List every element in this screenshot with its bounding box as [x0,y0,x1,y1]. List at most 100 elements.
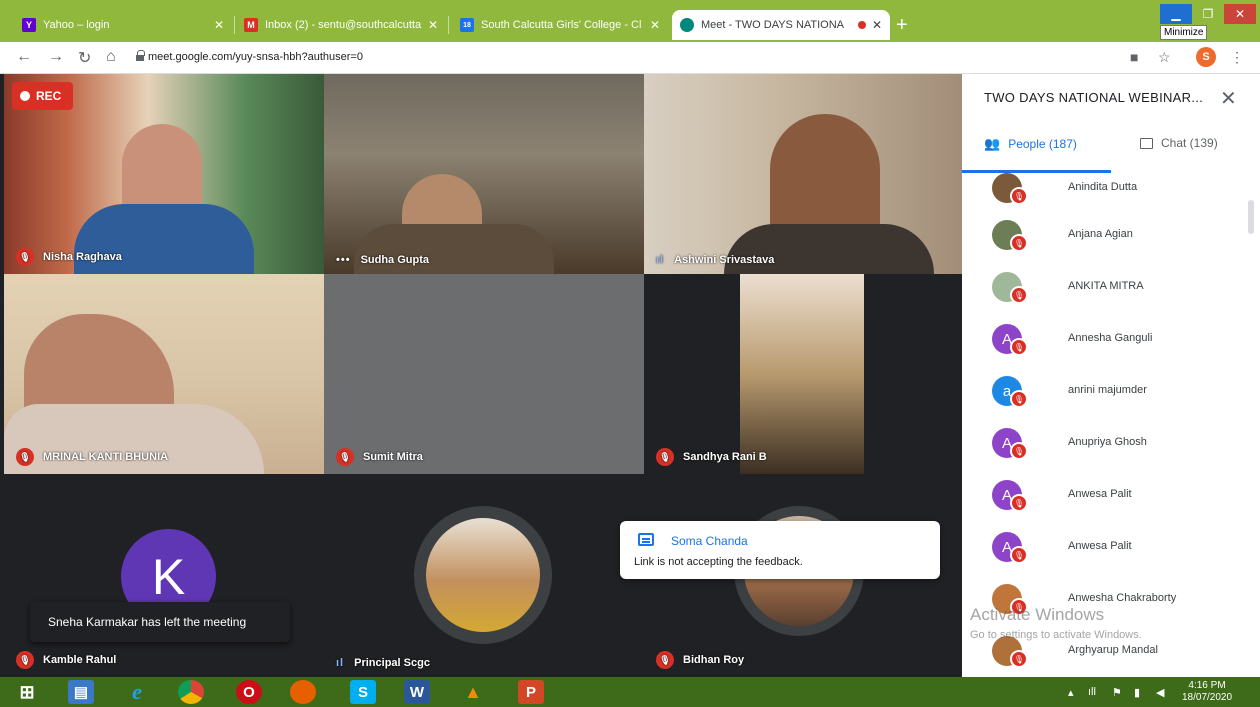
reload-icon[interactable]: ↻ [78,48,91,68]
scrollbar[interactable] [1248,200,1254,234]
yahoo-icon: Y [22,18,36,32]
mic-off-icon: 🎙 [1010,442,1028,460]
opera-icon[interactable]: O [236,680,262,704]
volume-icon[interactable]: ◀ [1156,686,1164,699]
mic-off-icon: 🎙 [16,248,34,266]
battery-icon[interactable]: ▮ [1134,686,1140,699]
video-tile[interactable]: ıl Ashwini Srivastava [644,74,962,274]
participant-name: 🎙 Nisha Raghava [16,248,122,266]
mic-off-icon: 🎙 [1010,650,1028,668]
participant-figure [354,224,554,274]
system-clock[interactable]: 4:16 PM 18/07/2020 [1182,680,1232,704]
mic-off-icon: 🎙 [1010,286,1028,304]
minimize-button[interactable]: ▁ [1160,4,1192,24]
video-tile[interactable]: 🎙 Sumit Mitra [324,274,644,474]
close-tab-icon[interactable]: ✕ [214,18,224,32]
video-tile[interactable]: ••• Sudha Gupta [324,74,644,274]
tab-people[interactable]: 👥 People (187) [984,136,1077,152]
network-icon[interactable]: ıll [1088,686,1096,698]
list-item[interactable]: A 🎙 Anupriya Ghosh [962,428,1260,480]
avatar [426,518,540,632]
participant-name: ıl Ashwini Srivastava [656,254,775,266]
meet-icon [680,18,694,32]
list-item[interactable]: 🎙 ANKITA MITRA [962,272,1260,324]
speaking-indicator-icon: ıl [336,657,345,669]
participant-name: ıl Principal Scgc [336,657,430,669]
taskbar: ⊞ ▤ e O S W ▲ P ▴ ıll ⚑ ▮ ◀ 4:16 PM 18/0… [0,677,1260,707]
forward-arrow-icon[interactable]: → [48,48,64,66]
tab-title: Yahoo – login [43,19,110,31]
file-explorer-icon[interactable]: ▤ [68,680,94,704]
tab-yahoo[interactable]: Y Yahoo – login ✕ [14,10,232,40]
camera-icon[interactable]: ■ [1130,49,1138,65]
side-panel: TWO DAYS NATIONAL WEBINAR... ✕ 👥 People … [962,74,1260,677]
skype-icon[interactable]: S [350,680,376,704]
participant-name: 🎙 Sandhya Rani B [656,448,767,466]
people-icon: 👥 [984,136,1001,151]
internet-explorer-icon[interactable]: e [124,679,150,704]
list-item[interactable]: 🎙 Arghyarup Mandal [962,636,1260,677]
list-item[interactable]: 🎙 Anwesha Chakraborty [962,584,1260,636]
windows-start-icon[interactable]: ⊞ [14,680,40,704]
chat-message: Link is not accepting the feedback. [634,556,803,568]
chat-icon [1140,137,1153,149]
window-close-button[interactable]: ✕ [1224,4,1256,24]
video-tile[interactable]: 🎙 Sandhya Rani B [644,274,962,474]
left-meeting-toast: Sneha Karmakar has left the meeting [30,602,290,642]
firefox-icon[interactable] [290,680,316,704]
list-item[interactable]: 🎙 Anindita Dutta [962,173,1260,225]
minimize-tooltip: Minimize [1160,25,1208,40]
video-tile[interactable]: REC 🎙 Nisha Raghava [4,74,324,274]
speaking-ring [414,506,552,644]
back-arrow-icon[interactable]: ← [16,48,32,66]
word-icon[interactable]: W [404,680,430,704]
participant-name: 🎙 Bidhan Roy [656,651,744,669]
tab-chat[interactable]: Chat (139) [1140,136,1218,150]
maximize-button[interactable]: ❐ [1192,4,1224,24]
powerpoint-icon[interactable]: P [518,680,544,704]
participant-list: 🎙 Anindita Dutta 🎙 Anjana Agian 🎙 ANKITA… [962,173,1260,677]
list-item[interactable]: A 🎙 Anwesa Palit [962,480,1260,532]
menu-dots-icon[interactable]: ⋮ [1230,49,1244,66]
chat-icon [638,533,654,546]
chrome-icon[interactable] [178,680,204,704]
participant-figure [724,224,934,274]
tab-calendar[interactable]: 18 South Calcutta Girls' College - Cl ✕ [452,10,668,40]
meeting-grid: REC 🎙 Nisha Raghava ••• Sudha Gupta ıl Ashw… [0,74,962,677]
tray-arrow-icon[interactable]: ▴ [1068,686,1074,699]
participant-name: ••• Sudha Gupta [336,254,430,266]
participant-name: 🎙 MRINAL KANTI BHUNIA [16,448,168,466]
new-tab-button[interactable]: + [896,14,908,37]
url-field[interactable]: meet.google.com/yuy-snsa-hbh?authuser=0 [148,51,363,63]
close-panel-icon[interactable]: ✕ [1220,86,1237,111]
list-item[interactable]: A 🎙 Anwesa Palit [962,532,1260,584]
list-item[interactable]: a 🎙 anrini majumder [962,376,1260,428]
mic-off-icon: 🎙 [1010,494,1028,512]
tab-meet[interactable]: Meet - TWO DAYS NATIONA ✕ [672,10,890,40]
list-item[interactable]: A 🎙 Annesha Ganguli [962,324,1260,376]
home-icon[interactable]: ⌂ [106,48,116,66]
mic-off-icon: 🎙 [656,651,674,669]
profile-avatar[interactable]: S [1196,47,1216,67]
tab-title: Meet - TWO DAYS NATIONA [701,19,845,31]
chat-notification[interactable]: Soma Chanda Link is not accepting the fe… [620,521,940,579]
flag-icon[interactable]: ⚑ [1112,686,1122,699]
tab-gmail[interactable]: M Inbox (2) - sentu@southcalcutta ✕ [236,10,446,40]
mic-off-icon: 🎙 [1010,234,1028,252]
tab-title: Inbox (2) - sentu@southcalcutta [265,19,422,31]
calendar-icon: 18 [460,18,474,32]
video-tile[interactable]: 🎙 MRINAL KANTI BHUNIA [4,274,324,474]
vlc-icon[interactable]: ▲ [460,680,486,704]
chat-sender: Soma Chanda [671,534,748,548]
video-tile[interactable]: K 🎙 Kamble Rahul [4,474,324,677]
participant-name: 🎙 Kamble Rahul [16,651,116,669]
bookmark-star-icon[interactable]: ☆ [1158,49,1171,66]
close-tab-icon[interactable]: ✕ [650,18,660,32]
video-tile[interactable]: ıl Principal Scgc [324,474,644,677]
close-tab-icon[interactable]: ✕ [428,18,438,32]
list-item[interactable]: 🎙 Anjana Agian [962,220,1260,272]
recording-dot-icon [857,21,866,29]
close-tab-icon[interactable]: ✕ [872,18,882,32]
tab-title: South Calcutta Girls' College - Cl [481,19,642,31]
window-controls: ▁ ❐ ✕ [1160,4,1256,24]
